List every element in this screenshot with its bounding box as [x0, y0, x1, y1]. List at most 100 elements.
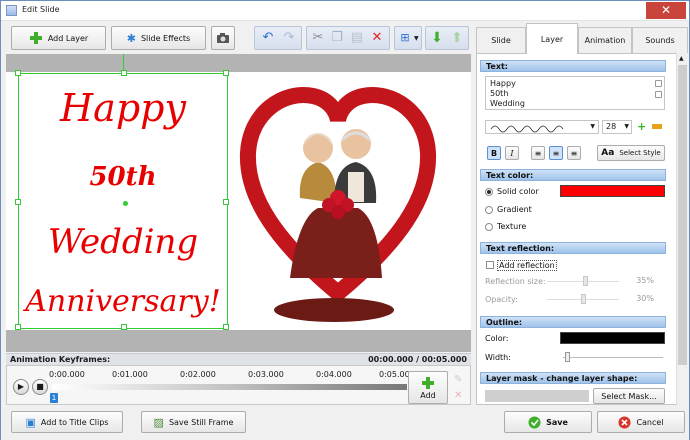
- font-size-select[interactable]: 28 ▼: [602, 120, 632, 134]
- clipboard-group: ✂ ❐ ▤ ✕: [306, 26, 390, 50]
- layer-properties: Text: Happy 50th Wedding ▼ 28 ▼ + B I ≡ …: [476, 53, 688, 405]
- text-line: Happy: [490, 79, 516, 88]
- slide-effects-label: Slide Effects: [140, 33, 191, 43]
- resize-handle[interactable]: [15, 70, 21, 76]
- timeline-time: 00:00.000 / 00:05.000: [368, 355, 467, 364]
- edit-keyframe-icon[interactable]: ✎: [454, 374, 462, 385]
- scroll-thumb[interactable]: [655, 91, 662, 98]
- outline-width-thumb[interactable]: [565, 352, 570, 362]
- save-still-frame-button[interactable]: ▨ Save Still Frame: [141, 411, 246, 433]
- font-color-icon[interactable]: [652, 124, 662, 129]
- opacity-thumb[interactable]: [581, 294, 586, 304]
- opacity-label: Opacity:: [485, 295, 518, 304]
- align-center-button[interactable]: ≡: [549, 146, 563, 160]
- add-layer-button[interactable]: Add Layer: [11, 26, 106, 50]
- slide-canvas-area: Happy 50th Wedding Anniversary!: [6, 54, 471, 352]
- resize-handle[interactable]: [223, 199, 229, 205]
- cancel-icon: [618, 416, 631, 428]
- bold-button[interactable]: B: [487, 146, 501, 160]
- undo-icon[interactable]: ↶: [260, 30, 276, 46]
- texture-radio[interactable]: [485, 223, 493, 231]
- select-mask-button[interactable]: Select Mask...: [593, 388, 665, 404]
- play-icon: ▶: [17, 382, 25, 391]
- center-point[interactable]: [123, 201, 128, 206]
- slide-text-line-3: Wedding: [47, 222, 199, 262]
- resize-handle[interactable]: [223, 324, 229, 330]
- align-right-icon: ≡: [570, 148, 578, 158]
- chevron-down-icon[interactable]: ▼: [414, 35, 419, 42]
- outline-width-slider[interactable]: [563, 357, 663, 358]
- cancel-button[interactable]: Cancel: [597, 411, 685, 433]
- move-up-icon[interactable]: ⬆: [449, 30, 465, 46]
- gradient-label: Gradient: [497, 205, 532, 214]
- timeline-track[interactable]: [52, 384, 407, 390]
- timeline-panel: ▶ ■ 0:00.000 0:01.000 0:02.000 0:03.000 …: [6, 365, 471, 405]
- resize-handle[interactable]: [121, 70, 127, 76]
- move-down-icon[interactable]: ⬇: [429, 30, 445, 46]
- slide-effects-button[interactable]: ✱ Slide Effects: [111, 26, 206, 50]
- align-left-button[interactable]: ≡: [531, 146, 545, 160]
- check-icon: [528, 416, 541, 428]
- tab-animation[interactable]: Animation: [578, 27, 632, 53]
- mask-preview: [485, 390, 589, 402]
- slide-preview[interactable]: Happy 50th Wedding Anniversary!: [6, 70, 471, 330]
- reflection-size-value[interactable]: 35%: [624, 274, 664, 288]
- sparkle-icon: ✱: [126, 31, 136, 45]
- add-to-title-clips-label: Add to Title Clips: [40, 417, 109, 427]
- camera-button[interactable]: [211, 26, 235, 50]
- play-button[interactable]: ▶: [13, 379, 29, 395]
- keyframe-marker[interactable]: 1: [50, 393, 58, 403]
- select-style-button[interactable]: Aa Select Style: [597, 145, 665, 161]
- stop-button[interactable]: ■: [32, 379, 48, 395]
- opacity-value[interactable]: 30%: [624, 292, 664, 306]
- gradient-radio[interactable]: [485, 206, 493, 214]
- align-right-button[interactable]: ≡: [567, 146, 581, 160]
- outline-color-swatch[interactable]: [560, 332, 665, 344]
- solid-color-radio[interactable]: [485, 188, 493, 196]
- couple-heart-figurine-image[interactable]: [238, 78, 438, 326]
- resize-handle[interactable]: [121, 324, 127, 330]
- align-group: ⊞ ▼: [394, 26, 422, 50]
- add-font-icon[interactable]: +: [637, 121, 646, 133]
- delete-keyframe-icon[interactable]: ✕: [454, 390, 462, 401]
- tab-layer[interactable]: Layer: [526, 23, 578, 54]
- scroll-up-icon[interactable]: [655, 80, 662, 87]
- align-icon[interactable]: ⊞: [397, 30, 413, 46]
- cut-icon[interactable]: ✂: [310, 30, 326, 46]
- text-color-swatch[interactable]: [560, 185, 665, 197]
- tab-bar: Slide Layer Animation Sounds: [476, 23, 688, 54]
- copy-icon[interactable]: ❐: [329, 30, 345, 46]
- resize-handle[interactable]: [15, 324, 21, 330]
- scroll-up-icon[interactable]: ▲: [679, 55, 684, 62]
- add-to-title-clips-button[interactable]: ▣ Add to Title Clips: [11, 411, 123, 433]
- tab-slide[interactable]: Slide: [476, 27, 526, 53]
- add-keyframe-button[interactable]: Add: [408, 371, 448, 404]
- redo-icon[interactable]: ↷: [281, 30, 297, 46]
- plus-icon: [422, 376, 434, 389]
- title-bar: Edit Slide ✕: [1, 1, 689, 21]
- layer-text-input[interactable]: Happy 50th Wedding: [485, 76, 665, 110]
- tab-sounds[interactable]: Sounds: [632, 27, 688, 53]
- select-style-label: Select Style: [619, 149, 661, 157]
- resize-handle[interactable]: [15, 199, 21, 205]
- text-layer[interactable]: Happy 50th Wedding Anniversary!: [15, 70, 229, 330]
- close-window-button[interactable]: ✕: [646, 2, 686, 19]
- slide-text-line-2: 50th: [89, 162, 157, 192]
- camera-icon: [217, 33, 229, 43]
- save-still-frame-label: Save Still Frame: [168, 417, 234, 427]
- font-family-select[interactable]: ▼: [485, 120, 599, 134]
- delete-icon[interactable]: ✕: [369, 30, 385, 46]
- align-left-icon: ≡: [534, 148, 542, 158]
- panel-scrollbar[interactable]: ▲: [676, 53, 688, 405]
- layer-mask-section-header: Layer mask - change layer shape:: [480, 372, 666, 384]
- font-size-value: 28: [606, 122, 617, 131]
- paste-icon[interactable]: ▤: [349, 30, 365, 46]
- scroll-thumb[interactable]: [678, 65, 687, 365]
- reflection-size-thumb[interactable]: [583, 276, 588, 286]
- add-reflection-checkbox[interactable]: [486, 261, 494, 269]
- slide-text-line-1: Happy: [60, 86, 186, 130]
- save-button[interactable]: Save: [504, 411, 592, 433]
- tick-4: 0:04.000: [316, 370, 352, 379]
- italic-button[interactable]: I: [505, 146, 519, 160]
- resize-handle[interactable]: [223, 70, 229, 76]
